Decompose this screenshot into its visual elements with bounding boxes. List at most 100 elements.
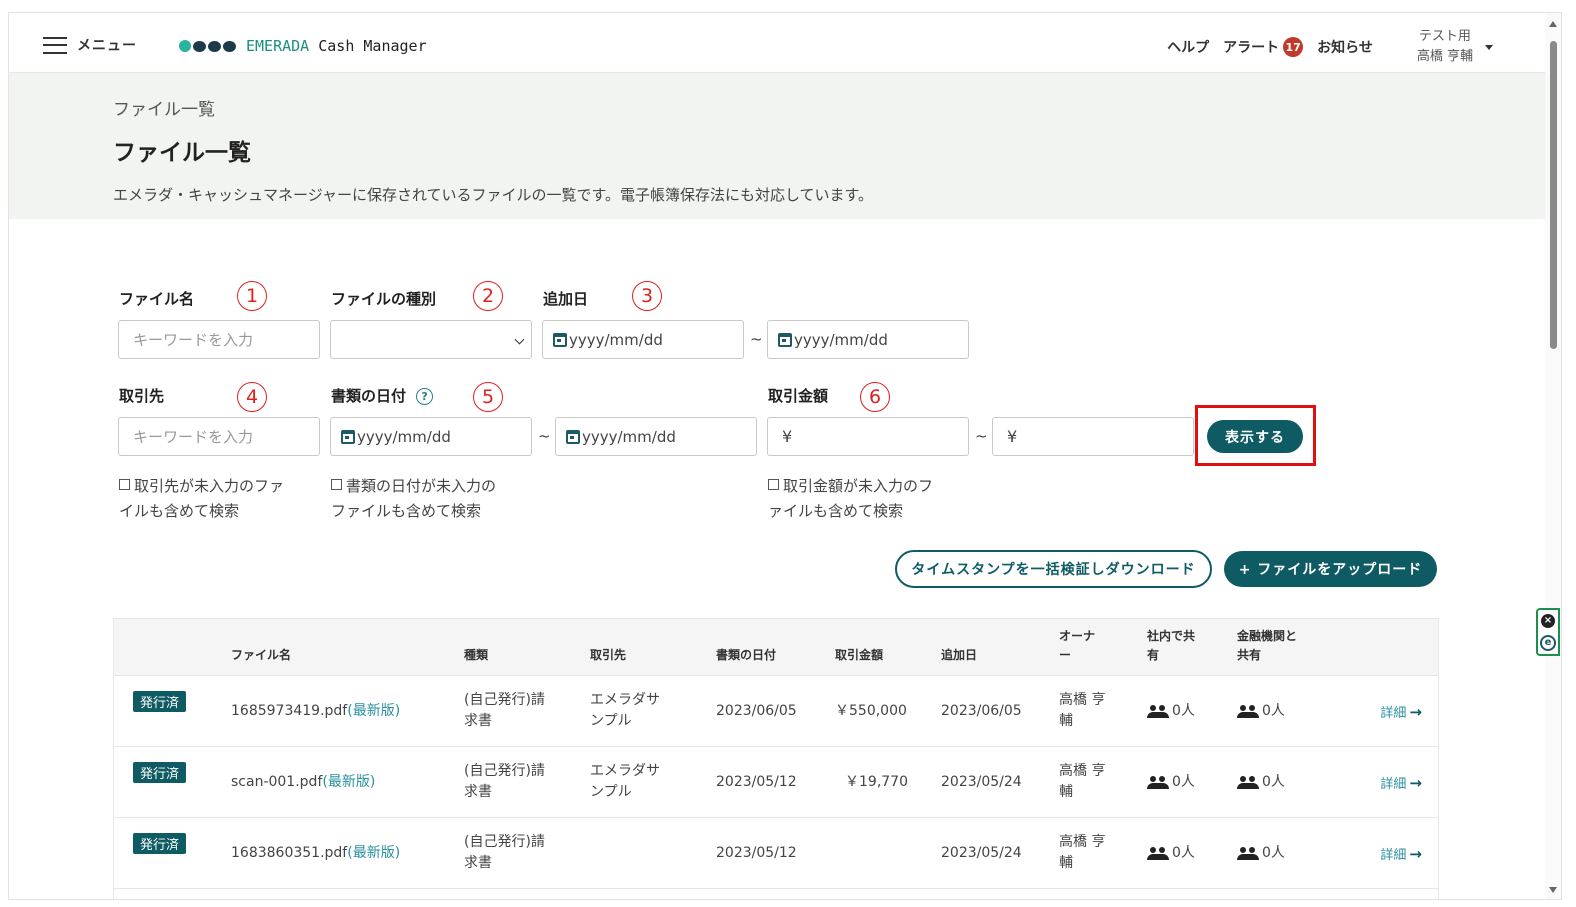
side-widget[interactable]: × e: [1536, 608, 1560, 656]
detail-link[interactable]: 詳細 →: [1380, 844, 1422, 863]
col-added: 追加日: [941, 648, 978, 662]
internal-share-cell[interactable]: 0人: [1147, 843, 1195, 867]
marker-1: 1: [237, 281, 267, 311]
status-badge: 発行済: [133, 833, 187, 854]
user-menu[interactable]: テスト用 高橋 亨輔: [1417, 27, 1493, 67]
scroll-down-arrow-icon[interactable]: [1549, 887, 1557, 893]
help-link[interactable]: ヘルプ: [1167, 37, 1209, 57]
close-icon[interactable]: ×: [1541, 613, 1555, 628]
marker-2: 2: [473, 281, 503, 311]
added-date-from-input[interactable]: yyyy/mm/dd: [542, 320, 744, 359]
alert-label: アラート: [1223, 40, 1280, 56]
partner-cell: エメラダサ ンプル: [590, 692, 660, 729]
type-cell: (自己発行)請 求書: [464, 834, 545, 871]
partner-cell: エメラダサ ンプル: [590, 763, 660, 800]
alert-link[interactable]: アラート 17: [1223, 37, 1304, 57]
people-icon: [1147, 776, 1169, 789]
show-button[interactable]: 表示する: [1207, 420, 1303, 453]
caret-down-icon: [1485, 44, 1493, 50]
doc-date-cell: 2023/05/12: [716, 845, 797, 861]
col-internal-share: 社内で共有: [1147, 629, 1196, 662]
calendar-icon: [341, 429, 355, 444]
marker-4: 4: [237, 382, 267, 412]
doc-date-cell: 2023/05/12: [716, 774, 797, 790]
table-row: 発行済 scan-001.pdf(最新版) (自己発行)請 求書 エメラダサ ンプル…: [114, 747, 1438, 818]
table-row: 発行済 1683860351.pdf(最新版) (自己発行)請 求書 2023/0…: [114, 818, 1438, 889]
calendar-icon: [566, 429, 580, 444]
calendar-icon: [778, 332, 792, 347]
internal-share-cell[interactable]: 0人: [1147, 772, 1195, 796]
checkbox-icon: [331, 479, 342, 490]
amount-cell: ￥19,770: [845, 774, 908, 790]
app-logo[interactable]: EMERADA Cash Manager: [179, 37, 427, 55]
arrow-right-icon: →: [1409, 845, 1422, 863]
marker-5: 5: [473, 382, 503, 412]
file-table: ファイル名 種類 取引先 書類の日付 取引金額 追加日 オーナー 社内で共有 金…: [113, 618, 1439, 899]
scroll-up-arrow-icon[interactable]: [1549, 21, 1557, 27]
amount-label: 取引金額: [768, 387, 829, 405]
detail-link[interactable]: 詳細 →: [1380, 773, 1422, 792]
help-question-icon[interactable]: ?: [416, 388, 434, 405]
col-file-name: ファイル名: [231, 648, 292, 662]
col-doc-date: 書類の日付: [716, 648, 777, 662]
partner-input[interactable]: キーワードを入力: [118, 417, 320, 456]
owner-cell: 高橋 亨輔: [1059, 834, 1106, 871]
added-date-label: 追加日: [543, 290, 589, 308]
added-date-cell: 2023/05/24: [941, 774, 1022, 790]
type-cell: (自己発行)請 求書: [464, 763, 545, 800]
added-date-range-tilde: ~: [750, 330, 763, 348]
amount-empty-checkbox[interactable]: 取引金額が未入力のフ ァイルも含めて検索: [768, 474, 968, 524]
bank-share-cell[interactable]: 0人: [1237, 701, 1285, 725]
status-badge: 発行済: [133, 691, 187, 712]
col-amount: 取引金額: [835, 648, 884, 662]
bank-share-cell[interactable]: 0人: [1237, 772, 1285, 796]
notice-link[interactable]: お知らせ: [1317, 37, 1373, 57]
doc-date-to-input[interactable]: yyyy/mm/dd: [555, 417, 757, 456]
owner-cell: 高橋 亨輔: [1059, 692, 1106, 729]
latest-version-link[interactable]: (最新版): [347, 703, 400, 719]
file-name-input[interactable]: キーワードを入力: [118, 320, 320, 359]
checkbox-icon: [119, 479, 130, 490]
file-name-label: ファイル名: [119, 290, 195, 308]
user-org: テスト用: [1418, 29, 1471, 44]
top-right-nav: ヘルプ アラート 17 お知らせ テスト用 高橋 亨輔: [1167, 27, 1493, 67]
menu-label: メニュー: [77, 38, 137, 54]
amount-from-input[interactable]: ¥: [767, 417, 969, 456]
brand-name: EMERADA Cash Manager: [246, 37, 427, 55]
calendar-icon: [553, 332, 567, 347]
detail-link[interactable]: 詳細 →: [1380, 702, 1422, 721]
partner-empty-checkbox[interactable]: 取引先が未入力のファ イルも含めて検索: [119, 474, 319, 524]
menu-button[interactable]: メニュー: [43, 35, 137, 55]
top-bar: メニュー EMERADA Cash Manager ヘルプ アラート 17 お知…: [9, 13, 1545, 73]
page-description: エメラダ・キャッシュマネージャーに保存されているファイルの一覧です。電子帳簿保存…: [113, 186, 874, 204]
file-type-select[interactable]: [330, 320, 532, 359]
added-date-to-input[interactable]: yyyy/mm/dd: [767, 320, 969, 359]
file-name-cell[interactable]: scan-001.pdf(最新版): [231, 772, 375, 793]
upload-file-button[interactable]: + ファイルをアップロード: [1224, 551, 1437, 587]
people-icon: [1237, 776, 1259, 789]
col-type: 種類: [464, 648, 489, 662]
added-date-cell: 2023/05/24: [941, 845, 1022, 861]
file-name-cell[interactable]: 1683860351.pdf(最新版): [231, 843, 400, 864]
docdate-empty-checkbox[interactable]: 書類の日付が未入力の ファイルも含めて検索: [331, 474, 531, 524]
timestamp-verify-download-button[interactable]: タイムスタンプを一括検証しダウンロード: [895, 550, 1212, 588]
scrollbar-thumb[interactable]: [1550, 41, 1557, 349]
e-logo-icon[interactable]: e: [1540, 634, 1556, 651]
doc-date-range-tilde: ~: [538, 427, 551, 445]
page-title: ファイル一覧: [113, 140, 251, 166]
file-name-cell[interactable]: 1685973419.pdf(最新版): [231, 701, 400, 722]
owner-cell: 高橋 亨輔: [1059, 763, 1106, 800]
latest-version-link[interactable]: (最新版): [322, 774, 375, 790]
doc-date-from-input[interactable]: yyyy/mm/dd: [330, 417, 532, 456]
logo-dots-icon: [179, 40, 236, 52]
vertical-scrollbar[interactable]: [1545, 13, 1561, 899]
amount-to-input[interactable]: ¥: [992, 417, 1194, 456]
file-type-label: ファイルの種別: [331, 290, 437, 308]
marker-3: 3: [632, 281, 662, 311]
bank-share-cell[interactable]: 0人: [1237, 843, 1285, 867]
table-row: 発行済 1685973419.pdf(最新版) (自己発行)請 求書 エメラダサン…: [114, 676, 1438, 747]
latest-version-link[interactable]: (最新版): [347, 845, 400, 861]
chevron-down-icon: [514, 334, 525, 345]
internal-share-cell[interactable]: 0人: [1147, 701, 1195, 725]
user-name: 高橋 亨輔: [1416, 49, 1473, 64]
